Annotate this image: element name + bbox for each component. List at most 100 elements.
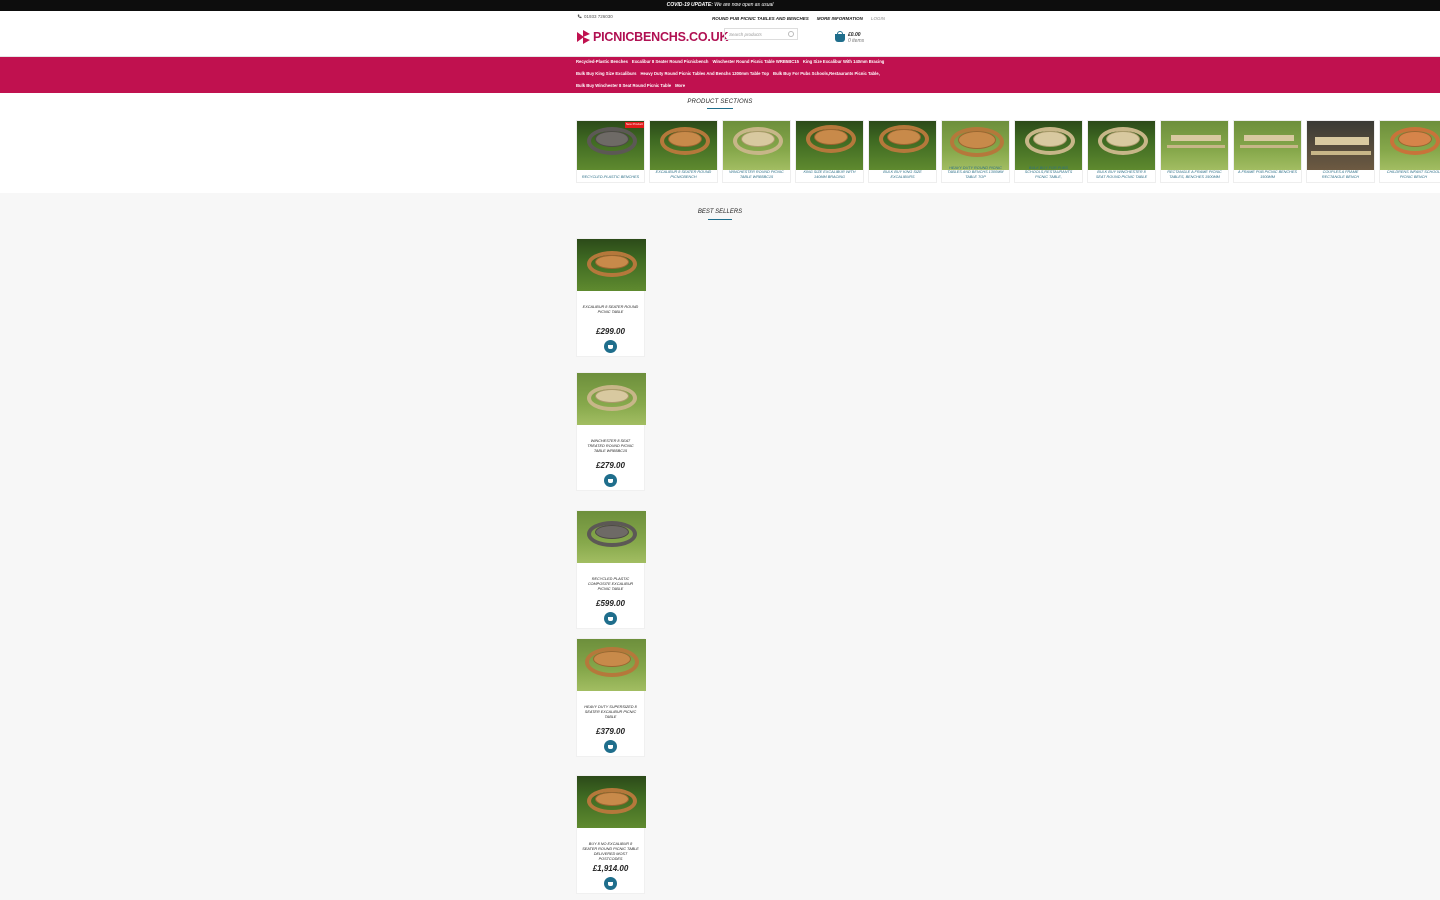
- section-caption: RECTANGLE A FRAME PICNIC TABLES, BENCHES…: [1167, 170, 1222, 179]
- search-placeholder: Search products: [729, 32, 762, 37]
- product-image[interactable]: [577, 239, 646, 291]
- section-image: [1234, 121, 1301, 170]
- new-product-badge: New Product: [624, 122, 644, 128]
- section-image: [869, 121, 936, 170]
- section-card[interactable]: A FRAME PUB PICNIC BENCHES 1500MM: [1233, 120, 1302, 183]
- section-image: New Product: [577, 121, 644, 170]
- add-to-cart-button[interactable]: [604, 474, 617, 487]
- product-image[interactable]: [577, 511, 646, 563]
- basket-icon: [835, 31, 845, 42]
- add-to-cart-button[interactable]: [604, 740, 617, 753]
- section-caption: A FRAME PUB PICNIC BENCHES 1500MM: [1238, 170, 1297, 179]
- section-caption: COUPLES A FRAME RECTANGLE BENCH: [1321, 170, 1360, 179]
- section-card[interactable]: COUPLES A FRAME RECTANGLE BENCH: [1306, 120, 1375, 183]
- phone-number: 01933 726030: [584, 14, 613, 19]
- section-caption: HEAVY DUTY ROUND PICNIC TABLES AND BENCH…: [947, 165, 1004, 179]
- nav-item[interactable]: Bulk Buy For Pubs Schools,Restaurants Pi…: [773, 71, 880, 76]
- section-image: [1161, 121, 1228, 170]
- section-card[interactable]: CHILDRENS INFANT SCHOOL PICNIC BENCH: [1379, 120, 1440, 183]
- announcement-text: We are now open as usual: [712, 2, 774, 8]
- section-image: [796, 121, 863, 170]
- announcement-bar: COVID-19 UPDATE: We are now open as usua…: [0, 0, 1440, 11]
- product-card[interactable]: BUY 8 NO EXCALIBUR 8 SEATER ROUND PICNIC…: [576, 775, 646, 894]
- product-image[interactable]: [577, 373, 646, 425]
- product-name[interactable]: EXCALIBUR 8 SEATER ROUND PICNIC TABLE: [577, 305, 644, 321]
- section-card[interactable]: EXCALIBUR 8 SEATER ROUND PICNICBENCH: [649, 120, 718, 183]
- logo[interactable]: PICNICBENCHS.CO.UK: [577, 30, 729, 44]
- nav-item[interactable]: Winchester Round Picnic Table WRB5BC15: [712, 59, 798, 64]
- section-card[interactable]: HEAVY DUTY ROUND PICNIC TABLES AND BENCH…: [941, 120, 1010, 183]
- best-sellers-title: BEST SELLERS: [697, 209, 743, 215]
- phone[interactable]: 01933 726030: [577, 14, 613, 19]
- product-price: £279.00: [596, 461, 625, 470]
- search-input[interactable]: Search products: [724, 28, 798, 40]
- best-sellers-section: [0, 193, 1440, 900]
- section-image: [650, 121, 717, 170]
- nav-item[interactable]: Heavy Duty Round Picnic Tables And Bench…: [641, 71, 770, 76]
- section-caption: BULK BUY FOR PUBS SCHOOLS,RESTAURANTS PI…: [1024, 165, 1073, 179]
- nav-item[interactable]: Excalibur 8 Seater Round Picnicbench: [632, 59, 709, 64]
- product-card[interactable]: HEAVY DUTY SUPERSIZED 8 SEATER EXCALIBUR…: [576, 638, 646, 757]
- product-image[interactable]: [577, 776, 646, 828]
- section-card[interactable]: New Product RECYCLED-PLASTIC BENCHES: [576, 120, 645, 183]
- header-main: PICNICBENCHS.CO.UK Search products £0.00…: [0, 25, 1440, 57]
- section-image: [1088, 121, 1155, 170]
- product-name[interactable]: WINCHESTER 8 SEAT TREATED ROUND PICNIC T…: [577, 439, 644, 455]
- section-card[interactable]: BULK BUY FOR PUBS SCHOOLS,RESTAURANTS PI…: [1014, 120, 1083, 183]
- header-top: 01933 726030 ROUND PUB PICNIC TABLES AND…: [0, 11, 1440, 25]
- product-name[interactable]: RECYCLED PLASTIC COMPOSITE EXCALIBUR PIC…: [577, 577, 644, 593]
- section-image: [942, 121, 1009, 170]
- cart[interactable]: £0.00 0 items: [835, 31, 864, 44]
- section-image: [1307, 121, 1374, 170]
- section-caption: WINCHESTER ROUND PICNIC TABLE WRB5BC15: [729, 170, 784, 179]
- nav-more[interactable]: More: [675, 83, 685, 88]
- nav-item[interactable]: Recycled-Plastic Benches: [576, 59, 628, 64]
- product-sections-strip: New Product RECYCLED-PLASTIC BENCHES EXC…: [576, 120, 1440, 183]
- section-card[interactable]: KING SIZE EXCALIBUR WITH 140MM BRACING: [795, 120, 864, 183]
- product-card[interactable]: EXCALIBUR 8 SEATER ROUND PICNIC TABLE £2…: [576, 238, 646, 357]
- add-to-cart-button[interactable]: [604, 612, 617, 625]
- nav-row-1: Recycled-Plastic Benches Excalibur 8 Sea…: [576, 59, 884, 64]
- product-image[interactable]: [577, 639, 646, 691]
- section-caption: RECYCLED-PLASTIC BENCHES: [581, 174, 640, 179]
- top-link-round-pub[interactable]: ROUND PUB PICNIC TABLES AND BENCHES: [712, 16, 809, 21]
- product-name[interactable]: BUY 8 NO EXCALIBUR 8 SEATER ROUND PICNIC…: [577, 842, 644, 861]
- section-image: [1380, 121, 1440, 170]
- logo-text: PICNICBENCHS.CO.UK: [593, 30, 729, 44]
- nav-item[interactable]: Bulk Buy Winchester 8 Seat Round Picnic …: [576, 83, 671, 88]
- section-image: [723, 121, 790, 170]
- nav-item[interactable]: King Size Excalibur With 140mm Bracing: [803, 59, 884, 64]
- section-caption: KING SIZE EXCALIBUR WITH 140MM BRACING: [803, 170, 856, 179]
- product-card[interactable]: RECYCLED PLASTIC COMPOSITE EXCALIBUR PIC…: [576, 510, 646, 629]
- section-image: [1015, 121, 1082, 170]
- section-card[interactable]: BULK BUY KING SIZE EXCALIBURS: [868, 120, 937, 183]
- product-card[interactable]: WINCHESTER 8 SEAT TREATED ROUND PICNIC T…: [576, 372, 646, 491]
- section-card[interactable]: RECTANGLE A FRAME PICNIC TABLES, BENCHES…: [1160, 120, 1229, 183]
- product-price: £1,914.00: [592, 864, 629, 873]
- cart-count: 0 items: [848, 38, 865, 44]
- add-to-cart-button[interactable]: [604, 340, 617, 353]
- top-link-more-info[interactable]: MORE INFORMATION: [817, 16, 863, 21]
- section-card[interactable]: WINCHESTER ROUND PICNIC TABLE WRB5BC15: [722, 120, 791, 183]
- product-price: £299.00: [596, 327, 625, 336]
- section-card[interactable]: BULK BUY WINCHESTER 8 SEAT ROUND PICNIC …: [1087, 120, 1156, 183]
- phone-icon: [577, 14, 582, 19]
- cart-summary: £0.00 0 items: [848, 32, 864, 44]
- category-nav: Recycled-Plastic Benches Excalibur 8 Sea…: [0, 57, 1440, 93]
- section-caption: BULK BUY WINCHESTER 8 SEAT ROUND PICNIC …: [1095, 170, 1148, 179]
- add-to-cart-button[interactable]: [604, 877, 617, 890]
- product-sections-title: PRODUCT SECTIONS: [687, 99, 753, 105]
- product-price: £599.00: [596, 599, 625, 608]
- section-underline: [707, 108, 733, 109]
- section-caption: EXCALIBUR 8 SEATER ROUND PICNICBENCH: [655, 170, 712, 179]
- login-link[interactable]: LOGIN: [871, 16, 885, 21]
- section-caption: BULK BUY KING SIZE EXCALIBURS: [883, 170, 922, 179]
- search-icon[interactable]: [788, 31, 794, 37]
- product-price: £379.00: [596, 727, 625, 736]
- nav-item[interactable]: Bulk Buy King Size Excaliburs: [576, 71, 637, 76]
- nav-row-2: Bulk Buy King Size Excaliburs Heavy Duty…: [576, 71, 880, 76]
- announcement-strong: COVID-19 UPDATE:: [666, 2, 713, 8]
- nav-row-3: Bulk Buy Winchester 8 Seat Round Picnic …: [576, 83, 685, 88]
- best-sellers-underline: [708, 219, 732, 220]
- product-name[interactable]: HEAVY DUTY SUPERSIZED 8 SEATER EXCALIBUR…: [577, 705, 644, 721]
